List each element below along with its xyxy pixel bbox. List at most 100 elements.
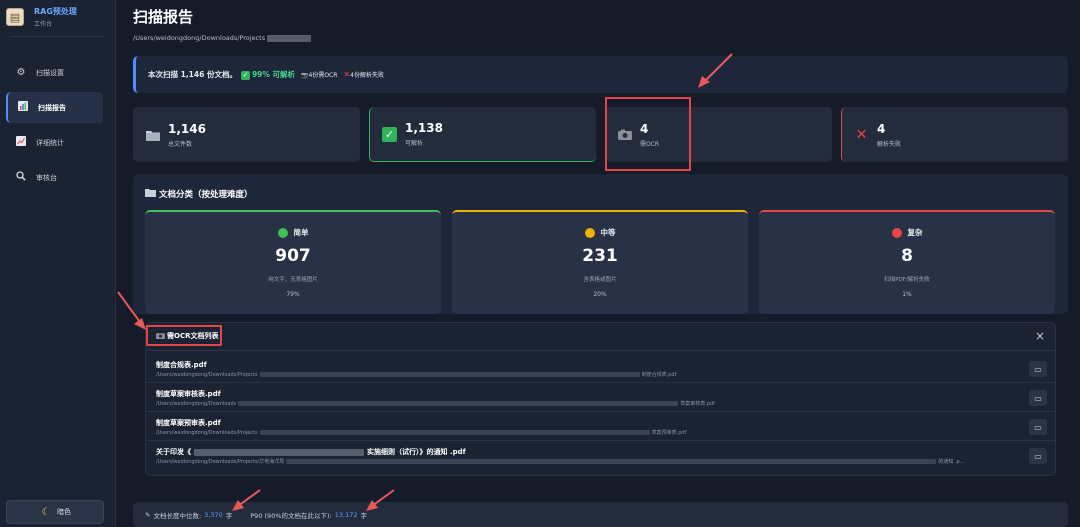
tier-count: 8 <box>901 246 913 266</box>
redacted-block <box>267 34 312 42</box>
ocr-file-path: /Users/weidongdong/Downloads/Projects 制度… <box>156 371 677 379</box>
tier-simple: 简单 907 纯文字、无表格图片 79% <box>145 210 441 314</box>
list-item: 关于印发《 实施细则（试行）》的通知 .pdf /Users/weidongdo… <box>146 442 1055 470</box>
open-folder-button[interactable]: ▭ <box>1029 419 1047 435</box>
check-icon: ✓ <box>382 126 397 142</box>
folder-icon: ▭ <box>1034 422 1042 432</box>
close-icon[interactable]: × <box>1035 329 1045 343</box>
folder-icon <box>145 127 160 142</box>
redacted-block <box>286 459 937 464</box>
stat-card-total: 1,146 总文件数 <box>133 107 360 162</box>
open-folder-button[interactable]: ▭ <box>1029 448 1047 464</box>
stat-card-failed: ✕ 4 解析失败 <box>841 107 1068 162</box>
open-folder-button[interactable]: ▭ <box>1029 390 1047 406</box>
summary-lead: 本次扫描 1,146 份文档。 <box>148 70 237 79</box>
ocr-list-panel: 需OCR文档列表 × 制度合规表.pdf /Users/weidongdong/… <box>145 322 1056 476</box>
classification-title: 文档分类（按处理难度） <box>145 188 253 200</box>
tier-pct: 79% <box>286 291 300 298</box>
redacted-block <box>259 430 650 435</box>
tier-medium: 中等 231 含表格或图片 20% <box>452 210 748 314</box>
highlight-box-ocr-card <box>605 97 691 171</box>
bar-chart-icon <box>16 101 30 114</box>
length-stats-bar: ✎ 文档长度中位数: 3,370 字 P90 (90%的文档在此以下): 13,… <box>133 502 1068 527</box>
folder-icon: ▭ <box>1034 393 1042 403</box>
stat-value: 4 <box>877 121 886 136</box>
stat-label: 可解析 <box>405 140 424 147</box>
gear-icon: ⚙ <box>16 67 26 78</box>
redacted-block <box>238 401 679 406</box>
ocr-file-name: 制度草案预审表.pdf <box>156 419 221 427</box>
p90-value: 13,172 <box>334 510 358 519</box>
sidebar-item-scan-report[interactable]: 扫描报告 <box>6 92 103 123</box>
redacted-block <box>194 448 364 456</box>
list-item: 制度草案审核表.pdf /Users/weidongdong/Downloads… <box>146 384 1055 412</box>
stat-card-parsable: ✓ 1,138 可解析 <box>369 107 596 162</box>
line-chart-icon <box>14 136 28 149</box>
green-dot-icon <box>277 227 288 238</box>
list-item: 制度草案预审表.pdf /Users/weidongdong/Downloads… <box>146 413 1055 441</box>
folder-icon: ▭ <box>1034 451 1042 461</box>
main-content: 扫描报告 /Users/weidongdong/Downloads/Projec… <box>133 0 1068 527</box>
median-value: 3,370 <box>204 510 223 519</box>
sidebar-nav: ⚙ 扫描设置 扫描报告 详细统计 审核台 <box>0 57 115 193</box>
stat-value: 1,146 <box>168 121 206 136</box>
page-path-text: /Users/weidongdong/Downloads/Projects <box>133 34 266 42</box>
tier-desc: 含表格或图片 <box>583 277 617 283</box>
tier-name: 复杂 <box>907 228 923 237</box>
sidebar-item-label: 扫描设置 <box>36 68 64 77</box>
sidebar-item-detailed-stats[interactable]: 详细统计 <box>6 127 103 158</box>
ruler-icon: ✎ <box>145 510 151 519</box>
ocr-list-divider <box>146 350 1055 351</box>
ocr-file-name: 关于印发《 实施细则（试行）》的通知 .pdf <box>156 448 466 456</box>
page-path: /Users/weidongdong/Downloads/Projects <box>133 34 1068 42</box>
tier-count: 231 <box>582 246 618 266</box>
stat-value: 1,138 <box>405 121 443 135</box>
sidebar-item-scan-settings[interactable]: ⚙ 扫描设置 <box>6 57 103 88</box>
stat-label: 总文件数 <box>168 140 193 148</box>
open-folder-button[interactable]: ▭ <box>1029 361 1047 377</box>
annotation-arrow <box>366 489 395 511</box>
annotation-arrow <box>698 53 733 88</box>
theme-toggle-button[interactable]: ☾ 暗色 <box>6 500 104 524</box>
sidebar-item-label: 审核台 <box>36 173 57 182</box>
sidebar-item-label: 详细统计 <box>36 138 64 147</box>
summary-fail: ✕4份解析失败 <box>343 70 384 79</box>
median-label: 文档长度中位数: <box>153 511 202 520</box>
theme-label: 暗色 <box>57 508 71 516</box>
list-item: 制度合规表.pdf /Users/weidongdong/Downloads/P… <box>146 355 1055 383</box>
camera-icon: 📷 <box>301 72 309 79</box>
scan-summary-banner: 本次扫描 1,146 份文档。 ✓ 99% 可解析 📷4份需OCR ✕4份解析失败 <box>133 56 1068 93</box>
tier-pct: 20% <box>593 291 607 298</box>
summary-ok: ✓ 99% 可解析 <box>240 70 296 80</box>
check-icon: ✓ <box>240 70 250 80</box>
clipboard-icon: ▤ <box>6 8 24 26</box>
tier-desc: 纯文字、无表格图片 <box>268 277 318 283</box>
ocr-file-name: 制度合规表.pdf <box>156 361 207 369</box>
sidebar: ▤ RAG预处理 工作台 ⚙ 扫描设置 扫描报告 详细统计 审核台 ☾ 暗色 <box>0 0 116 527</box>
sidebar-item-label: 扫描报告 <box>38 103 66 112</box>
cross-icon: ✕ <box>855 126 868 143</box>
yellow-dot-icon <box>584 227 595 238</box>
red-dot-icon <box>891 227 902 238</box>
tier-name: 简单 <box>293 228 309 237</box>
folder-icon: ▭ <box>1034 364 1042 374</box>
brand: ▤ RAG预处理 工作台 <box>0 0 115 34</box>
ocr-file-path: /Users/weidongdong/Downloads 草案审核表.pdf <box>156 400 715 408</box>
ocr-file-path: /Users/weidongdong/Downloads/Projects 草案… <box>156 429 687 437</box>
page-title: 扫描报告 <box>133 8 194 26</box>
stat-label: 解析失败 <box>877 140 902 148</box>
brand-subtitle: 工作台 <box>34 21 53 28</box>
summary-ocr: 📷4份需OCR <box>301 72 338 79</box>
brand-title: RAG预处理 <box>34 7 77 16</box>
redacted-block <box>259 372 640 377</box>
tier-count: 907 <box>275 246 311 266</box>
ocr-file-name: 制度草案审核表.pdf <box>156 390 221 398</box>
tier-name: 中等 <box>600 228 616 237</box>
magnifier-icon <box>14 171 28 184</box>
tier-complex: 复杂 8 扫描PDF/解析失败 1% <box>759 210 1055 314</box>
classification-panel: 文档分类（按处理难度） 简单 907 纯文字、无表格图片 79% 中等 231 … <box>133 174 1068 314</box>
ocr-file-path: /Users/weidongdong/Downloads/Projects/华电… <box>156 459 965 465</box>
open-folder-icon <box>145 188 156 200</box>
sidebar-item-review[interactable]: 审核台 <box>6 162 103 193</box>
tier-desc: 扫描PDF/解析失败 <box>884 277 930 283</box>
